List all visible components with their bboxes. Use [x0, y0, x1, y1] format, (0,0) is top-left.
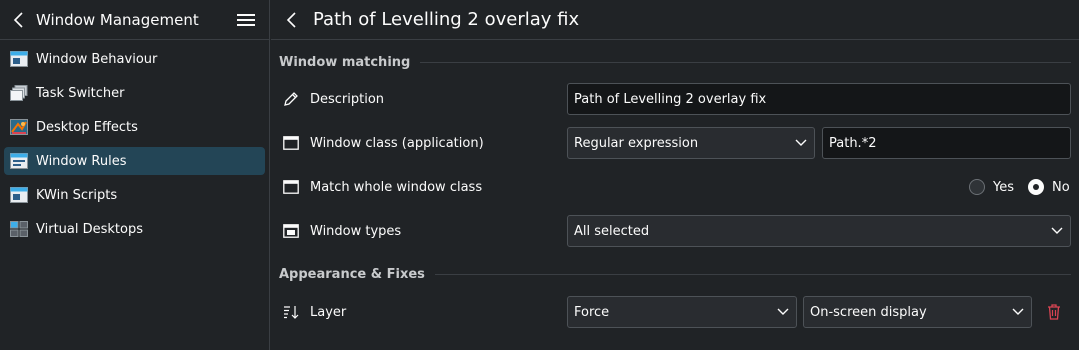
radio-button-checked[interactable] — [1028, 179, 1044, 195]
hamburger-menu-icon[interactable] — [235, 9, 257, 31]
virtual-desktops-icon — [9, 219, 29, 239]
layer-sort-icon — [281, 302, 301, 322]
whole-class-row: Match whole window class — [279, 171, 1071, 203]
back-icon[interactable] — [10, 11, 28, 29]
layer-policy-combo[interactable]: Force — [567, 296, 797, 328]
page-title: Path of Levelling 2 overlay fix — [313, 9, 580, 30]
sidebar-item-desktop-effects[interactable]: Desktop Effects — [4, 113, 265, 141]
window-class-value: Path.*2 — [829, 135, 877, 151]
kwin-scripts-icon — [9, 185, 29, 205]
section-header-window-matching: Window matching — [279, 53, 1071, 71]
window-management-app: Window Management Window Behaviour Task … — [0, 0, 1079, 350]
sidebar-item-label: Task Switcher — [36, 85, 125, 101]
sidebar-item-kwin-scripts[interactable]: KWin Scripts — [4, 181, 265, 209]
divider — [420, 61, 1071, 63]
section-title: Window matching — [279, 54, 411, 70]
window-types-combo[interactable]: All selected — [567, 215, 1071, 247]
window-class-label: Window class (application) — [310, 135, 484, 151]
desktop-effects-icon — [9, 117, 29, 137]
description-value: Path of Levelling 2 overlay fix — [574, 91, 767, 107]
sidebar-nav: Window Behaviour Task Switcher Desktop E… — [0, 40, 269, 243]
sidebar-item-window-behaviour[interactable]: Window Behaviour — [4, 45, 265, 73]
sidebar-item-virtual-desktops[interactable]: Virtual Desktops — [4, 215, 265, 243]
sidebar-item-label: Virtual Desktops — [36, 221, 143, 237]
task-switcher-icon — [9, 83, 29, 103]
sidebar-item-window-rules[interactable]: Window Rules — [4, 147, 265, 175]
section-header-appearance: Appearance & Fixes — [279, 265, 1071, 283]
radio-yes[interactable]: Yes — [969, 177, 1014, 197]
sidebar-item-label: Desktop Effects — [36, 119, 138, 135]
whole-class-label: Match whole window class — [310, 179, 483, 195]
layer-value-combo[interactable]: On-screen display — [803, 296, 1032, 328]
delete-icon[interactable] — [1044, 302, 1064, 322]
chevron-down-icon — [1011, 305, 1025, 319]
pencil-icon — [281, 89, 301, 109]
window-behaviour-icon — [9, 49, 29, 69]
description-label: Description — [310, 91, 385, 107]
sidebar-item-task-switcher[interactable]: Task Switcher — [4, 79, 265, 107]
chevron-down-icon — [794, 136, 808, 150]
page-header: Path of Levelling 2 overlay fix — [271, 0, 1079, 40]
radio-no[interactable]: No — [1028, 177, 1070, 197]
combo-value: All selected — [574, 223, 650, 239]
sidebar-title: Window Management — [36, 10, 199, 29]
window-types-icon — [281, 221, 301, 241]
radio-button[interactable] — [969, 179, 985, 195]
combo-value: Force — [574, 304, 610, 320]
main-panel: Path of Levelling 2 overlay fix Window m… — [271, 0, 1079, 350]
radio-label: Yes — [993, 179, 1014, 195]
sidebar-item-label: Window Behaviour — [36, 51, 158, 67]
window-class-match-combo[interactable]: Regular expression — [567, 127, 815, 159]
sidebar-item-label: KWin Scripts — [36, 187, 118, 203]
window-rules-icon — [9, 151, 29, 171]
window-types-label: Window types — [310, 223, 402, 239]
sidebar-item-label: Window Rules — [36, 153, 127, 169]
back-icon[interactable] — [283, 11, 301, 29]
combo-value: On-screen display — [810, 304, 927, 320]
radio-label: No — [1052, 179, 1070, 195]
combo-value: Regular expression — [574, 135, 699, 151]
sidebar-header: Window Management — [0, 0, 269, 40]
section-title: Appearance & Fixes — [279, 266, 425, 282]
window-icon — [281, 133, 301, 153]
window-icon — [281, 177, 301, 197]
sidebar: Window Management Window Behaviour Task … — [0, 0, 270, 350]
chevron-down-icon — [776, 305, 790, 319]
divider — [434, 273, 1071, 275]
layer-label: Layer — [310, 304, 347, 320]
window-class-input[interactable]: Path.*2 — [822, 127, 1071, 159]
description-input[interactable]: Path of Levelling 2 overlay fix — [567, 83, 1071, 115]
chevron-down-icon — [1050, 224, 1064, 238]
